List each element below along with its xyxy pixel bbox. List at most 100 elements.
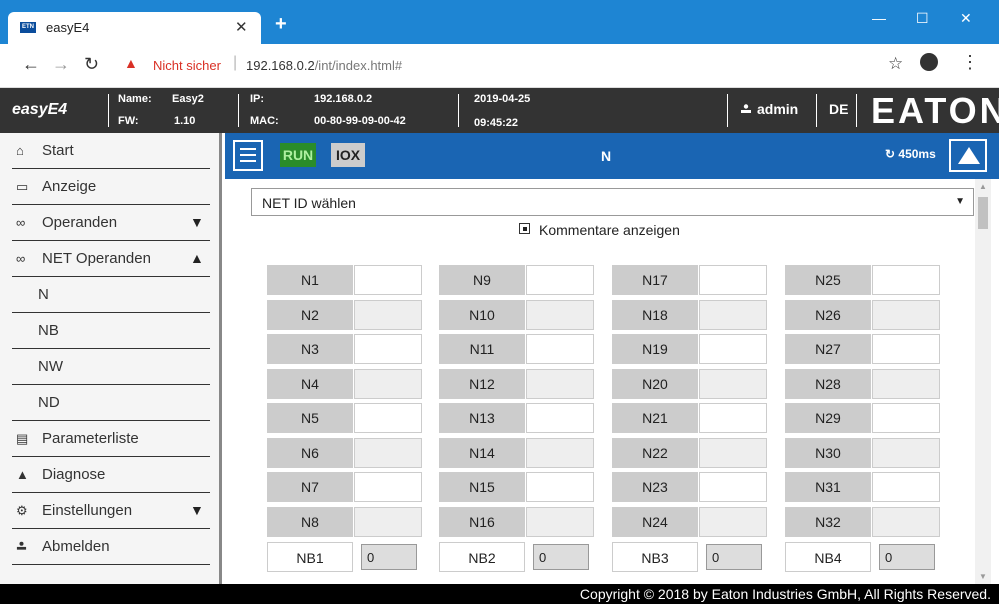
- operand-value-field[interactable]: [526, 369, 594, 399]
- sidebar-item-nb[interactable]: NB: [0, 313, 210, 349]
- window-maximize-button[interactable]: ☐: [916, 10, 929, 27]
- sidebar-item-operanden[interactable]: ∞ Operanden ▼: [0, 205, 210, 241]
- operand-value-field[interactable]: [526, 403, 594, 433]
- nb-operand-value[interactable]: 0: [879, 544, 935, 570]
- window-minimize-button[interactable]: —: [872, 10, 886, 26]
- operand-value-field[interactable]: [354, 507, 422, 537]
- operand-label: N17: [612, 265, 698, 295]
- sidebar-item-abmelden[interactable]: Abmelden: [0, 529, 210, 565]
- sidebar-item-start[interactable]: ⌂ Start: [0, 133, 210, 169]
- iox-status-badge[interactable]: IOX: [331, 143, 365, 167]
- header-divider: [727, 94, 728, 127]
- operand-value-field[interactable]: [354, 334, 422, 364]
- nb-operand-value[interactable]: 0: [361, 544, 417, 570]
- sidebar-item-label: NW: [38, 358, 63, 375]
- header-divider: [458, 94, 459, 127]
- operand-value-field[interactable]: [354, 265, 422, 295]
- operand-label: N20: [612, 369, 698, 399]
- fw-label: FW:: [118, 115, 139, 127]
- operand-value-field[interactable]: [872, 403, 940, 433]
- operand-value-field[interactable]: [354, 403, 422, 433]
- warning-icon[interactable]: ▲: [124, 55, 138, 71]
- main-content: NET ID wählen ▼ Kommentare anzeigen N1 N2…: [225, 179, 975, 584]
- sidebar-item-anzeige[interactable]: ▭ Anzeige: [0, 169, 210, 205]
- operand-value-field[interactable]: [354, 300, 422, 330]
- address-bar: ← → ↻ ▲ Nicht sicher | 192.168.0.2/int/i…: [0, 44, 999, 88]
- sidebar-item-einstellungen[interactable]: ⚙ Einstellungen ▼: [0, 493, 210, 529]
- url-host: 192.168.0.2: [246, 58, 315, 73]
- tab-close-icon[interactable]: ✕: [235, 18, 248, 36]
- scroll-down-icon[interactable]: ▼: [979, 572, 987, 581]
- operand-value-field[interactable]: [872, 265, 940, 295]
- chevron-up-icon: ▲: [190, 250, 204, 266]
- sidebar-item-n[interactable]: N: [0, 277, 210, 313]
- operand-value-field[interactable]: [526, 438, 594, 468]
- forward-button[interactable]: →: [52, 54, 70, 75]
- nb-operand-label: NB4: [785, 542, 871, 572]
- url-field[interactable]: 192.168.0.2/int/index.html#: [246, 58, 402, 73]
- operand-value-field[interactable]: [699, 300, 767, 330]
- sidebar-item-diagnose[interactable]: ▲ Diagnose: [0, 457, 210, 493]
- operand-value-field[interactable]: [872, 300, 940, 330]
- operand-value-field[interactable]: [872, 334, 940, 364]
- operand-value-field[interactable]: [699, 369, 767, 399]
- operand-value-field[interactable]: [526, 507, 594, 537]
- nb-operand-value[interactable]: 0: [533, 544, 589, 570]
- operand-value-field[interactable]: [526, 265, 594, 295]
- user-name[interactable]: admin: [757, 101, 798, 117]
- sidebar-item-parameterliste[interactable]: ▤ Parameterliste: [0, 421, 210, 457]
- operand-label: N14: [439, 438, 525, 468]
- run-status-badge[interactable]: RUN: [280, 143, 316, 167]
- operand-value-field[interactable]: [699, 507, 767, 537]
- sidebar-item-net-operanden[interactable]: ∞ NET Operanden ▲: [0, 241, 210, 277]
- bookmark-star-icon[interactable]: ☆: [888, 54, 903, 74]
- nb-operand-value[interactable]: 0: [706, 544, 762, 570]
- scroll-up-icon[interactable]: ▲: [979, 182, 987, 191]
- operand-value-field[interactable]: [354, 438, 422, 468]
- operand-label: N3: [267, 334, 353, 364]
- cycle-time[interactable]: ↻ 450ms: [885, 147, 936, 161]
- operand-label: N27: [785, 334, 871, 364]
- sidebar-item-nd[interactable]: ND: [0, 385, 210, 421]
- monitor-icon: ▭: [16, 179, 29, 194]
- operand-value-field[interactable]: [699, 265, 767, 295]
- browser-menu-icon[interactable]: ⋮: [961, 52, 979, 73]
- language-switch[interactable]: DE: [829, 101, 848, 117]
- scroll-top-button[interactable]: [949, 139, 987, 172]
- operand-value-field[interactable]: [872, 507, 940, 537]
- sidebar-item-nw[interactable]: NW: [0, 349, 210, 385]
- back-button[interactable]: ←: [22, 54, 40, 75]
- operand-value-field[interactable]: [699, 334, 767, 364]
- net-id-select[interactable]: NET ID wählen ▼: [251, 188, 974, 216]
- operand-value-field[interactable]: [872, 438, 940, 468]
- content-scrollbar[interactable]: ▲ ▼: [975, 179, 991, 584]
- window-close-button[interactable]: ✕: [960, 10, 972, 27]
- operand-value-field[interactable]: [526, 472, 594, 502]
- operand-label: N1: [267, 265, 353, 295]
- browser-tab[interactable]: ETN easyE4 ✕: [8, 12, 261, 44]
- operand-value-field[interactable]: [526, 334, 594, 364]
- menu-icon[interactable]: [233, 140, 263, 171]
- operand-value-field[interactable]: [699, 403, 767, 433]
- show-comments-checkbox[interactable]: [519, 223, 530, 234]
- header-divider: [238, 94, 239, 127]
- operand-value-field[interactable]: [526, 300, 594, 330]
- operand-value-field[interactable]: [354, 369, 422, 399]
- operand-value-field[interactable]: [699, 438, 767, 468]
- operand-value-field[interactable]: [872, 369, 940, 399]
- reload-button[interactable]: ↻: [84, 54, 99, 75]
- sidebar-divider: [12, 564, 210, 565]
- security-label[interactable]: Nicht sicher: [153, 58, 221, 73]
- operand-value-field[interactable]: [354, 472, 422, 502]
- user-icon: [16, 541, 27, 550]
- operand-label: N28: [785, 369, 871, 399]
- new-tab-button[interactable]: +: [275, 13, 287, 36]
- profile-icon[interactable]: [920, 53, 938, 71]
- sidebar-item-label: Start: [42, 142, 74, 159]
- sidebar-item-label: Einstellungen: [42, 502, 133, 519]
- operand-value-field[interactable]: [872, 472, 940, 502]
- operand-value-field[interactable]: [699, 472, 767, 502]
- operand-label: N6: [267, 438, 353, 468]
- time-value: 09:45:22: [474, 117, 519, 129]
- scroll-thumb[interactable]: [978, 197, 988, 229]
